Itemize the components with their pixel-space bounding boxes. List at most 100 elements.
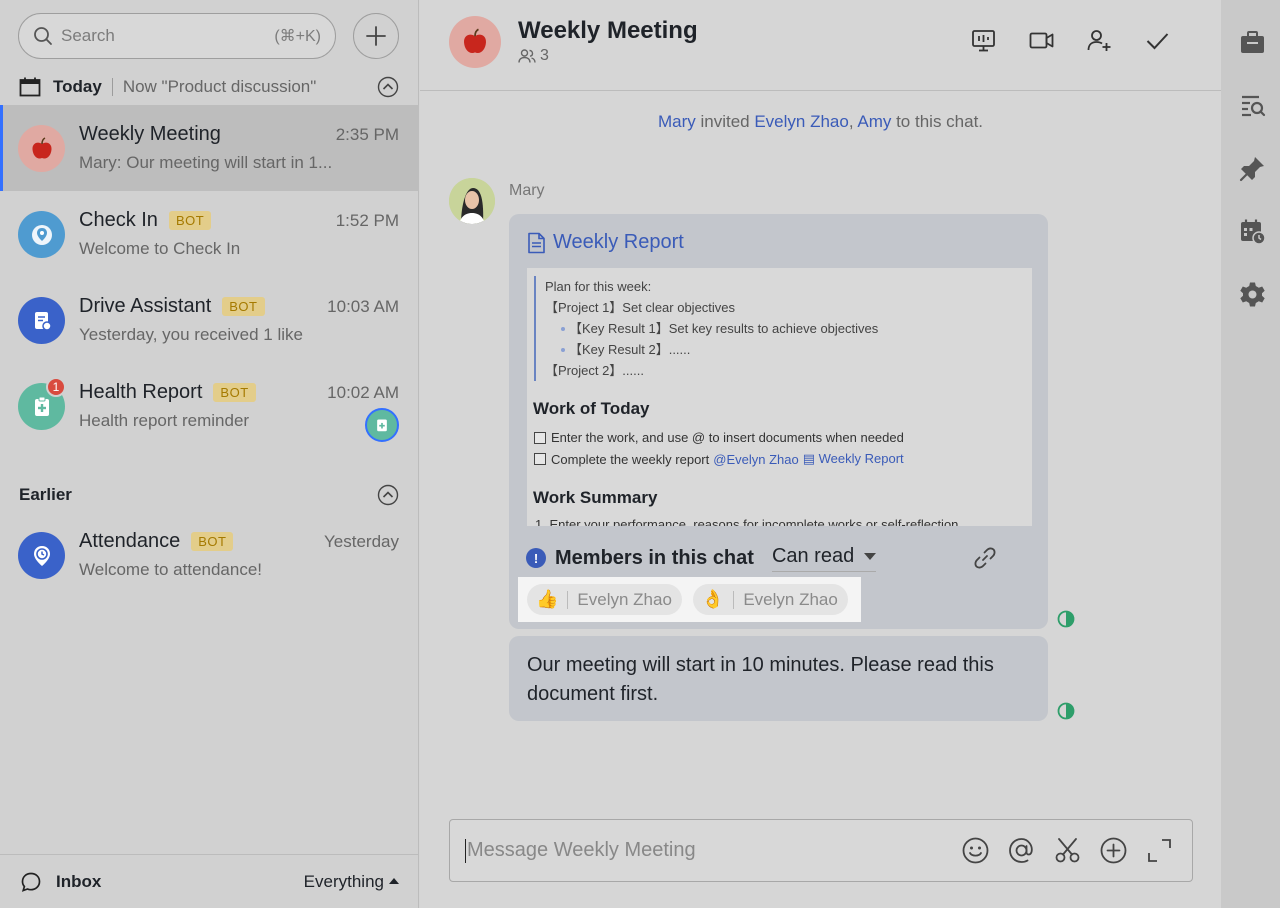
chat-time: 10:02 AM	[327, 383, 399, 402]
attach-more-button[interactable]	[1099, 836, 1128, 865]
present-button[interactable]	[970, 27, 997, 54]
read-status-icon[interactable]	[1057, 610, 1075, 628]
pin-icon	[1239, 157, 1264, 182]
user-link[interactable]: Evelyn Zhao	[754, 112, 849, 131]
chat-item-check-in[interactable]: Check In BOT 1:52 PM Welcome to Check In	[0, 191, 419, 277]
location-pin-icon	[31, 224, 52, 245]
new-chat-button[interactable]	[353, 13, 399, 59]
rail-pin-button[interactable]	[1239, 155, 1266, 182]
chat-item-attendance[interactable]: Attendance BOT Yesterday Welcome to atten…	[0, 512, 419, 598]
rail-search-docs-button[interactable]	[1239, 92, 1266, 119]
message-composer[interactable]: Message Weekly Meeting	[449, 819, 1193, 882]
document-title-link[interactable]: Weekly Report	[527, 231, 684, 254]
rail-settings-button[interactable]	[1239, 281, 1266, 308]
member-count[interactable]: 3	[518, 47, 549, 65]
calendar-clock-icon	[1241, 219, 1266, 245]
search-box[interactable]: Search (⌘+K)	[18, 13, 336, 59]
user-link[interactable]: Mary	[658, 112, 696, 131]
reaction-chip[interactable]: 👍 Evelyn Zhao	[527, 584, 682, 615]
preview-bullet: 【Key Result 1】Set key results to achieve…	[545, 318, 878, 339]
chat-title-text: Attendance	[79, 530, 181, 552]
video-call-button[interactable]	[1028, 27, 1055, 54]
collapse-up-icon[interactable]	[377, 76, 399, 98]
earlier-title: Earlier	[19, 485, 72, 504]
filter-label: Everything	[303, 871, 384, 891]
chat-avatar	[18, 211, 65, 258]
plan-quote: Plan for this week: 【Project 1】Set clear…	[534, 276, 878, 381]
divider	[111, 78, 113, 96]
presentation-icon	[972, 30, 995, 52]
medical-clipboard-icon	[34, 396, 49, 416]
task-text: Complete the weekly report	[551, 451, 710, 467]
at-sign-icon	[1009, 838, 1033, 863]
scissors-icon	[1055, 838, 1080, 863]
chat-preview: Mary: Our meeting will start in 1...	[79, 153, 333, 172]
add-user-icon	[1087, 30, 1111, 51]
chat-item-health-report[interactable]: 1 Health Report BOT 10:02 AM Health repor…	[0, 363, 419, 449]
system-message-text: to this chat.	[891, 112, 984, 131]
user-link[interactable]: Amy	[857, 112, 891, 131]
rail-calendar-button[interactable]	[1239, 218, 1266, 245]
clock-pin-icon	[33, 545, 50, 566]
chat-title: Weekly Meeting	[79, 123, 221, 146]
right-rail	[1221, 0, 1280, 908]
caret-up-icon	[389, 877, 399, 884]
document-preview[interactable]: Plan for this week: 【Project 1】Set clear…	[527, 268, 1032, 526]
chat-preview: Welcome to Check In	[79, 239, 241, 258]
video-camera-icon	[1029, 32, 1054, 49]
read-status-icon[interactable]	[1057, 702, 1075, 720]
info-icon: !	[526, 548, 546, 568]
filter-dropdown[interactable]: Everything	[304, 872, 399, 892]
members-icon	[518, 49, 536, 63]
preview-line: Plan for this week:	[545, 279, 652, 294]
preview-line: 【Project 1】Set clear objectives	[545, 300, 736, 315]
chat-main: Weekly Meeting 3 Mary invited Evelyn Zha…	[420, 0, 1221, 908]
header-toolbar	[970, 27, 1171, 54]
chat-time: Yesterday	[324, 532, 399, 551]
chat-item-drive-assistant[interactable]: Drive Assistant BOT 10:03 AM Yesterday, y…	[0, 277, 419, 363]
chat-time: 10:03 AM	[327, 297, 399, 316]
calendar-icon	[19, 77, 41, 97]
task-text: Enter the work, and use @ to insert docu…	[551, 430, 904, 445]
inbox-label[interactable]: Inbox	[56, 872, 304, 892]
document-card: Weekly Report Plan for this week: 【Proje…	[509, 214, 1048, 629]
mention-button[interactable]	[1007, 836, 1036, 865]
mark-done-button[interactable]	[1144, 27, 1171, 54]
emoji-button[interactable]	[961, 836, 990, 865]
search-placeholder: Search	[61, 26, 115, 45]
add-member-button[interactable]	[1086, 27, 1113, 54]
chat-title-text: Drive Assistant	[79, 295, 212, 317]
ok-hand-icon: 👌	[701, 589, 725, 610]
reaction-chip[interactable]: 👌 Evelyn Zhao	[692, 584, 848, 615]
chat-title: Drive Assistant BOT	[79, 295, 265, 318]
permission-dropdown[interactable]: Can read	[771, 545, 877, 572]
collapse-up-icon[interactable]	[377, 484, 399, 506]
reaction-user: Evelyn Zhao	[743, 589, 838, 609]
system-message: Mary invited Evelyn Zhao, Amy to this ch…	[420, 112, 1221, 132]
now-event-label[interactable]: Now "Product discussion"	[123, 77, 399, 97]
read-receipt-avatar	[365, 408, 399, 442]
plus-circle-icon	[1100, 837, 1127, 864]
screenshot-button[interactable]	[1053, 836, 1082, 865]
expand-composer-button[interactable]	[1145, 836, 1174, 865]
divider	[733, 590, 735, 609]
drive-document-icon	[34, 311, 52, 331]
unread-badge: 1	[46, 377, 66, 397]
sender-name: Mary	[509, 182, 545, 199]
chat-header-avatar[interactable]	[449, 16, 501, 68]
medical-clipboard-icon	[377, 419, 387, 432]
chat-bubble-icon	[21, 872, 41, 892]
link-icon[interactable]	[972, 545, 998, 571]
gear-icon	[1240, 282, 1265, 307]
chat-title: Check In BOT	[79, 209, 212, 232]
rail-workspace-button[interactable]	[1239, 29, 1266, 56]
plus-icon	[366, 26, 386, 46]
sidebar-bottom-bar: Inbox Everything	[0, 854, 419, 908]
sender-avatar[interactable]	[449, 178, 495, 224]
caret-down-icon	[864, 552, 877, 560]
chat-item-weekly-meeting[interactable]: Weekly Meeting 2:35 PM Mary: Our meeting…	[0, 105, 419, 191]
earlier-section-header: Earlier	[19, 482, 399, 508]
chat-title: Health Report BOT	[79, 381, 256, 404]
preview-line: 【Project 2】......	[545, 363, 644, 378]
apple-icon	[464, 28, 486, 53]
